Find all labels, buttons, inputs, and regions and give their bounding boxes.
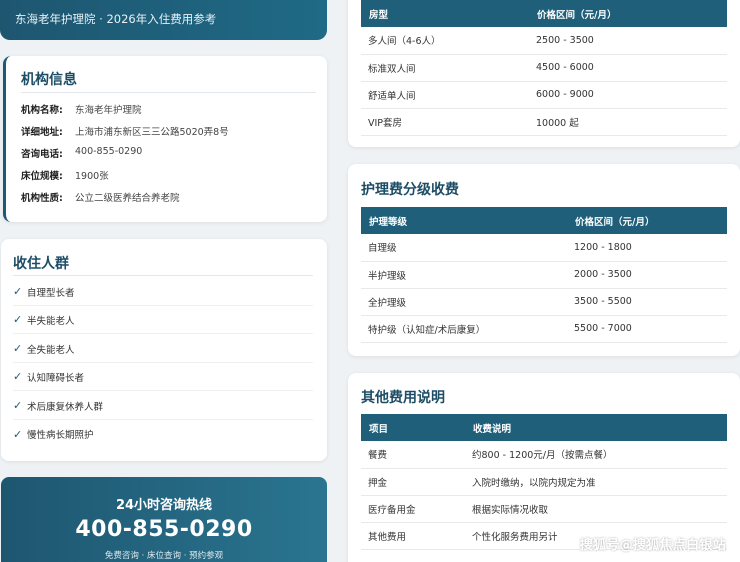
table-header-row: 房型 价格区间（元/月） [361, 0, 727, 27]
table-header: 价格区间（元/月） [567, 207, 727, 234]
check-icon: ✓ [13, 285, 23, 298]
table-cell: 自理级 [361, 234, 567, 262]
check-icon: ✓ [13, 342, 23, 355]
table-cell: 1200 - 1800 [567, 234, 727, 262]
divider [13, 275, 313, 276]
check-icon: ✓ [13, 427, 23, 441]
table-row: 标准双人间 4500 - 6000 [361, 54, 727, 82]
table-row: 多人间（4-6人） 2500 - 3500 [361, 27, 727, 55]
table-cell: 押金 [361, 468, 465, 496]
info-card-title: 机构信息 [21, 72, 77, 88]
table-cell: 根据实际情况收取 [465, 495, 727, 523]
table-header: 价格区间（元/月） [529, 0, 727, 27]
info-key: 详细地址: [21, 127, 63, 138]
check-icon: ✓ [13, 313, 23, 326]
list-item-label: 认知障碍长者 [27, 372, 85, 384]
table-row: 全护理级 3500 - 5500 [361, 288, 727, 316]
table-cell: 其他费用 [361, 522, 465, 550]
info-key: 机构名称: [21, 105, 63, 116]
table-row: 医疗备用金 根据实际情况收取 [361, 495, 727, 523]
info-value: 1900张 [75, 171, 109, 182]
list-item: ✓ 自理型长者 [13, 278, 313, 306]
hotline-subtitle: 免费咨询 · 床位查询 · 预约参观 [104, 551, 224, 561]
hotline-title: 24小时咨询热线 [115, 498, 213, 513]
table-row: 押金 入院时缴纳，以院内规定为准 [361, 468, 727, 496]
table-cell: 3500 - 5500 [567, 288, 727, 316]
info-row-beds: 床位规模: 1900张 [21, 168, 109, 182]
info-row-address: 详细地址: 上海市浦东新区三三公路5020弄8号 [21, 124, 229, 138]
table-cell: 半护理级 [361, 261, 567, 289]
banner-subtitle: 东海老年护理院 · 2026年入住费用参考 [15, 12, 217, 26]
table-row: 餐费 约800 - 1200元/月（按需点餐） [361, 441, 727, 469]
list-item-label: 术后康复休养人群 [27, 401, 104, 413]
table-row: VIP套房 10000 起 [361, 108, 727, 136]
table-cell: 约800 - 1200元/月（按需点餐） [465, 441, 727, 469]
list-item: ✓ 半失能老人 [13, 306, 313, 334]
info-value: 公立二级医养结合养老院 [75, 193, 180, 204]
table-cell: 特护级（认知症/术后康复） [361, 315, 567, 343]
room-fee-table: 房型 价格区间（元/月） 多人间（4-6人） 2500 - 3500 标准双人间… [361, 0, 727, 136]
table-header: 项目 [361, 414, 465, 441]
hotline-number[interactable]: 400-855-0290 [1, 517, 327, 542]
info-row-phone: 咨询电话: 400-855-0290 [21, 146, 142, 160]
check-icon: ✓ [13, 370, 23, 383]
table-cell: 医疗备用金 [361, 495, 465, 523]
table-cell: 6000 - 9000 [529, 81, 727, 109]
header-banner: 东海老年护理院 · 2026年入住费用参考 [0, 0, 327, 40]
info-key: 咨询电话: [21, 149, 63, 160]
divider [21, 92, 316, 93]
crowd-card-title: 收住人群 [13, 256, 69, 272]
list-item: ✓ 全失能老人 [13, 335, 313, 363]
hotline-banner: 24小时咨询热线 400-855-0290 免费咨询 · 床位查询 · 预约参观 [1, 477, 327, 562]
info-row-type: 机构性质: 公立二级医养结合养老院 [21, 190, 180, 204]
table-header-row: 护理等级 价格区间（元/月） [361, 207, 727, 234]
list-item-label: 慢性病长期照护 [27, 430, 94, 441]
table-row: 舒适单人间 6000 - 9000 [361, 81, 727, 109]
info-row-name: 机构名称: 东海老年护理院 [21, 102, 142, 116]
table-cell: VIP套房 [361, 108, 529, 136]
table-cell: 入院时缴纳，以院内规定为准 [465, 468, 727, 496]
table-cell: 全护理级 [361, 288, 567, 316]
other-fee-table: 项目 收费说明 餐费 约800 - 1200元/月（按需点餐） 押金 入院时缴纳… [361, 414, 727, 550]
info-key: 机构性质: [21, 193, 63, 204]
table-header: 护理等级 [361, 207, 567, 234]
table-cell: 标准双人间 [361, 54, 529, 82]
info-value: 上海市浦东新区三三公路5020弄8号 [75, 127, 229, 138]
list-item: ✓ 术后康复休养人群 [13, 392, 313, 420]
table-row: 半护理级 2000 - 3500 [361, 261, 727, 289]
list-item-label: 自理型长者 [27, 287, 75, 299]
table-cell: 10000 起 [529, 108, 727, 136]
care-card-title: 护理费分级收费 [361, 182, 459, 198]
info-key: 床位规模: [21, 171, 63, 182]
list-item-label: 全失能老人 [27, 344, 75, 356]
table-header-row: 项目 收费说明 [361, 414, 727, 441]
table-header: 房型 [361, 0, 529, 27]
table-cell: 2500 - 3500 [529, 27, 727, 55]
info-value[interactable]: 400-855-0290 [75, 146, 142, 160]
institution-info-card: 机构信息 机构名称: 东海老年护理院 详细地址: 上海市浦东新区三三公路5020… [3, 56, 327, 222]
table-cell: 5500 - 7000 [567, 315, 727, 343]
info-value: 东海老年护理院 [75, 105, 142, 116]
list-item-label: 半失能老人 [27, 315, 75, 327]
care-fee-table: 护理等级 价格区间（元/月） 自理级 1200 - 1800 半护理级 2000… [361, 207, 727, 343]
care-fee-card: 护理费分级收费 护理等级 价格区间（元/月） 自理级 1200 - 1800 半… [348, 164, 740, 356]
table-cell: 多人间（4-6人） [361, 27, 529, 55]
room-fee-card: 房型 价格区间（元/月） 多人间（4-6人） 2500 - 3500 标准双人间… [348, 0, 740, 147]
watermark: 搜狐号@搜狐焦点白银站 [579, 538, 726, 553]
other-card-title: 其他费用说明 [361, 390, 445, 406]
table-cell: 2000 - 3500 [567, 261, 727, 289]
target-residents-card: 收住人群 ✓ 自理型长者 ✓ 半失能老人 ✓ 全失能老人 ✓ 认知障碍长者 ✓ … [1, 239, 327, 461]
table-cell: 餐费 [361, 441, 465, 469]
table-row: 特护级（认知症/术后康复） 5500 - 7000 [361, 315, 727, 343]
table-cell: 4500 - 6000 [529, 54, 727, 82]
table-row: 自理级 1200 - 1800 [361, 234, 727, 262]
table-cell: 舒适单人间 [361, 81, 529, 109]
list-item: ✓ 慢性病长期照护 [13, 420, 313, 448]
check-icon: ✓ [13, 399, 23, 412]
list-item: ✓ 认知障碍长者 [13, 363, 313, 391]
table-header: 收费说明 [465, 414, 727, 441]
